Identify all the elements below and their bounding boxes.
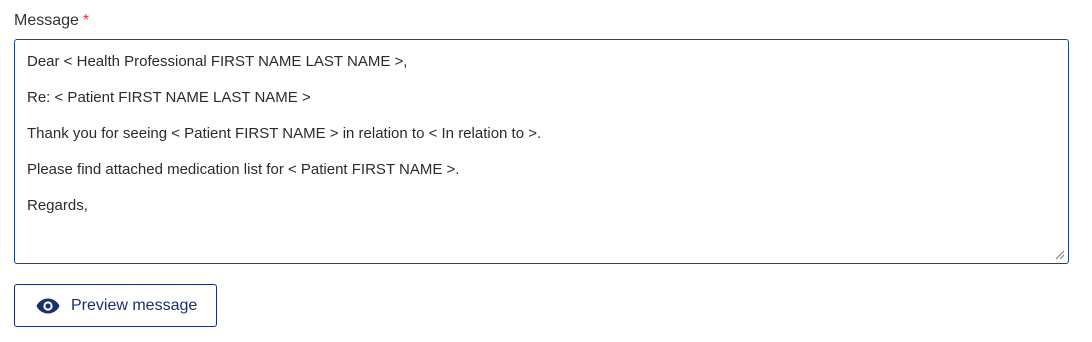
message-line-thanks: Thank you for seeing < Patient FIRST NAM… <box>27 125 542 142</box>
preview-message-button[interactable]: Preview message <box>14 284 217 327</box>
message-field: Message * Dear < Health Professional FIR… <box>14 10 1069 264</box>
message-textarea[interactable]: Dear < Health Professional FIRST NAME LA… <box>14 39 1069 264</box>
eye-icon <box>36 298 60 314</box>
required-marker: * <box>82 12 90 29</box>
resize-handle-icon[interactable] <box>1055 250 1065 260</box>
message-line-re: Re: < Patient FIRST NAME LAST NAME > <box>27 89 311 106</box>
message-line-greeting: Dear < Health Professional FIRST NAME LA… <box>27 53 408 70</box>
message-label: Message * <box>14 10 1069 32</box>
preview-message-label: Preview message <box>71 296 198 314</box>
message-line-regards: Regards, <box>27 197 88 214</box>
message-line-attached: Please find attached medication list for… <box>27 161 460 178</box>
message-label-text: Message <box>14 12 79 29</box>
